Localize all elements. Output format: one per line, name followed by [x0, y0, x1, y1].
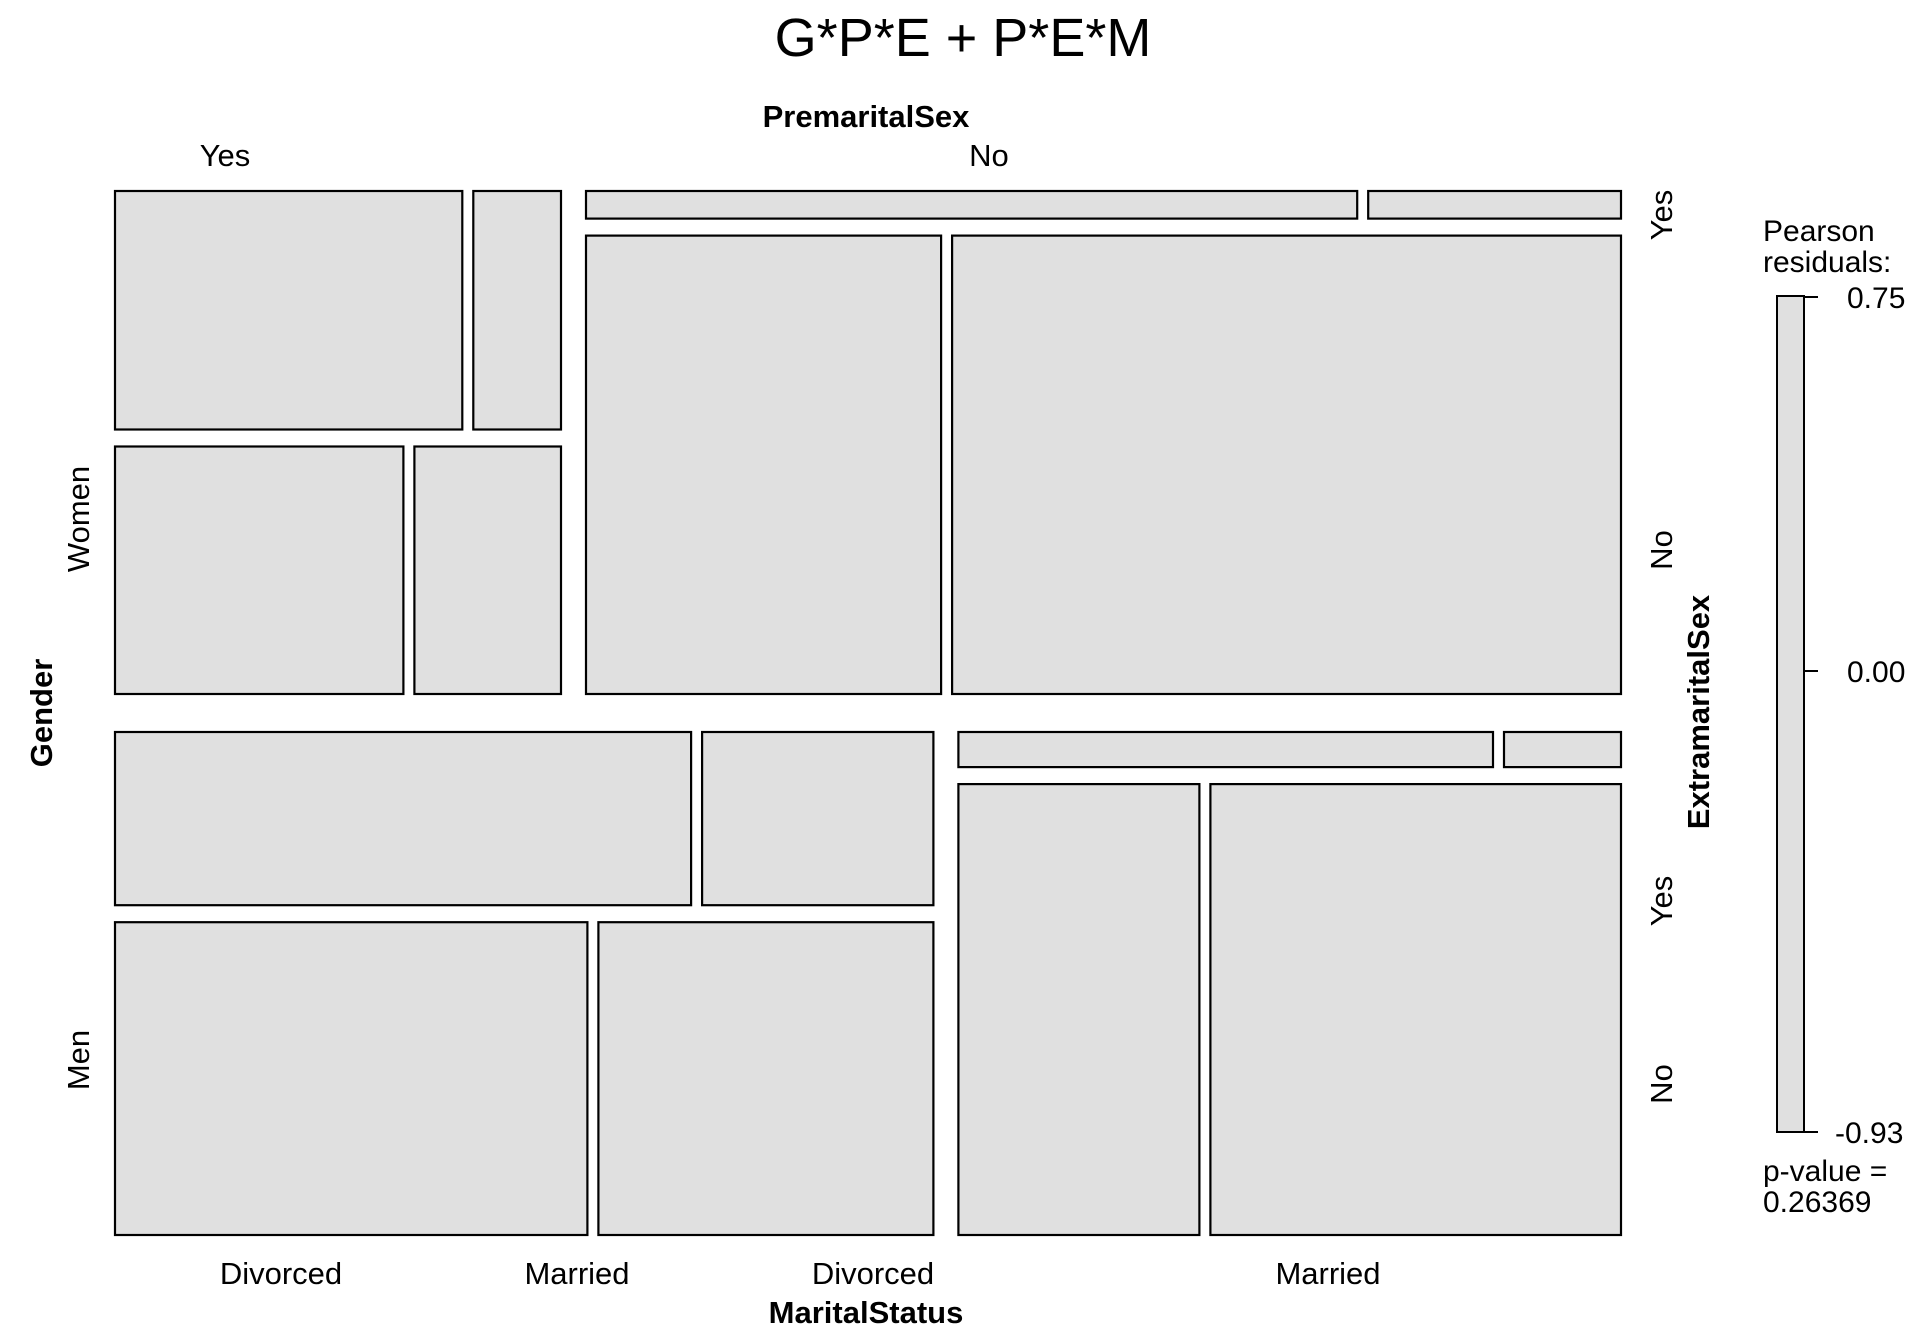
cell-men-pre-no-extra-yes-married [1502, 730, 1623, 769]
left-variable-label: Gender [24, 659, 59, 768]
cell-women-pre-no-extra-yes-divorced [584, 189, 1359, 220]
gender-women-label: Women [61, 466, 96, 572]
extramarital-women-yes-label: Yes [1644, 190, 1679, 241]
cell-women-pre-yes-extra-yes-married [472, 189, 563, 431]
top-variable-label: PremaritalSex [763, 99, 971, 134]
legend-color-bar [1776, 295, 1805, 1133]
legend-title-line1: Pearson [1763, 215, 1875, 248]
marital-married-label-1: Married [524, 1256, 629, 1291]
cell-women-pre-yes-extra-no-divorced [113, 445, 405, 696]
pvalue-line2: 0.26369 [1763, 1186, 1871, 1219]
cell-men-pre-yes-extra-no-married [597, 921, 935, 1237]
extramarital-men-yes-label: Yes [1644, 876, 1679, 927]
cell-men-pre-yes-extra-yes-married [700, 730, 935, 907]
marital-divorced-label-2: Divorced [812, 1256, 934, 1291]
cell-men-pre-yes-extra-yes-divorced [113, 730, 693, 907]
mosaic-plot: G*P*E + P*E*M PremaritalSex Yes No Gende… [24, 8, 1905, 1330]
bottom-variable-label: MaritalStatus [769, 1295, 964, 1330]
cell-women-pre-yes-extra-no-married [413, 445, 563, 696]
cell-women-pre-no-extra-no-married [950, 234, 1623, 696]
legend-min-label: -0.93 [1835, 1117, 1903, 1150]
cell-men-pre-no-extra-no-divorced [957, 782, 1201, 1237]
premarital-yes-label: Yes [200, 138, 251, 173]
legend-max-label: 0.75 [1847, 282, 1905, 315]
cell-men-pre-no-extra-yes-divorced [957, 730, 1495, 769]
chart-title: G*P*E + P*E*M [775, 8, 1152, 68]
marital-divorced-label-1: Divorced [220, 1256, 342, 1291]
cell-women-pre-yes-extra-yes-divorced [113, 189, 464, 431]
extramarital-women-no-label: No [1644, 530, 1679, 570]
extramarital-men-no-label: No [1644, 1064, 1679, 1104]
right-variable-label: ExtramaritalSex [1681, 594, 1716, 829]
cell-women-pre-no-extra-no-divorced [584, 234, 943, 696]
premarital-no-label: No [969, 138, 1009, 173]
pvalue-line1: p-value = [1763, 1155, 1887, 1188]
mosaic-cells [113, 189, 1623, 1237]
residual-legend: Pearson residuals: 0.75 0.00 -0.93 p-val… [1763, 215, 1905, 1219]
legend-title-line2: residuals: [1763, 246, 1891, 279]
cell-women-pre-no-extra-yes-married [1367, 189, 1623, 220]
marital-married-label-2: Married [1275, 1256, 1380, 1291]
legend-mid-label: 0.00 [1847, 656, 1905, 689]
cell-men-pre-no-extra-no-married [1209, 782, 1623, 1237]
cell-men-pre-yes-extra-no-divorced [113, 921, 589, 1237]
gender-men-label: Men [61, 1030, 96, 1090]
